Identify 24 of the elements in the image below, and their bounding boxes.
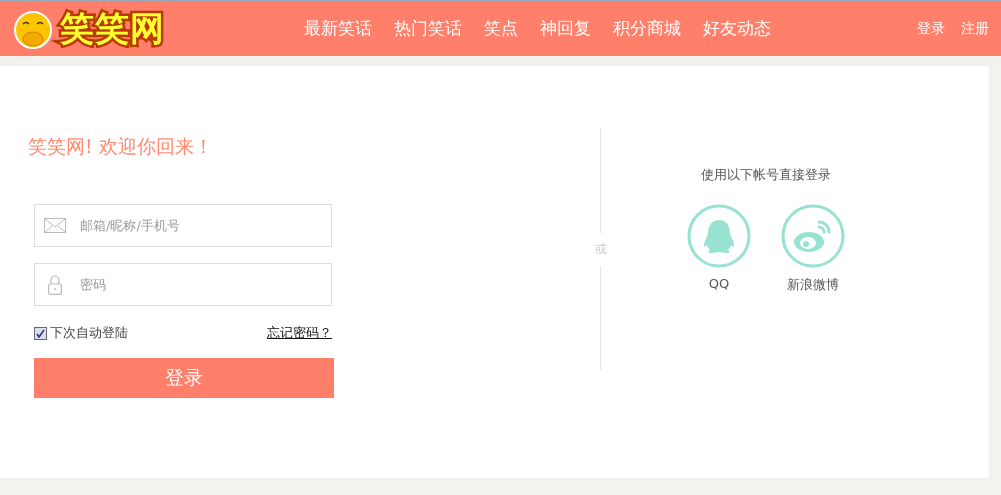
- forgot-password-link[interactable]: 忘记密码？: [267, 324, 332, 342]
- remember-checkbox[interactable]: [34, 326, 47, 340]
- checkmark-icon: [36, 328, 45, 338]
- site-logo[interactable]: 笑笑网: [60, 5, 165, 52]
- welcome-heading: 笑笑网! 欢迎你回来！: [28, 134, 214, 159]
- nav-link[interactable]: 好友动态: [703, 17, 771, 40]
- nav-link[interactable]: 神回复: [540, 17, 591, 40]
- nav-link[interactable]: 最新笑话: [304, 17, 372, 40]
- remember-label: 下次自动登陆: [50, 324, 128, 342]
- weibo-icon: [781, 204, 845, 268]
- envelope-icon: [44, 218, 66, 233]
- nav-link[interactable]: 笑点: [484, 17, 518, 40]
- penguin-icon: [687, 204, 751, 268]
- social-login-title: 使用以下帐号直接登录: [701, 166, 831, 184]
- account-link[interactable]: 登录: [917, 19, 945, 38]
- nav-link[interactable]: 热门笑话: [394, 17, 462, 40]
- padlock-icon: [48, 274, 62, 295]
- password-field[interactable]: 密码: [34, 263, 332, 306]
- login-button[interactable]: 登录: [34, 358, 334, 398]
- nav-link[interactable]: 积分商城: [613, 17, 681, 40]
- social-login-link[interactable]: QQ: [687, 204, 751, 294]
- account-link[interactable]: 注册: [961, 19, 989, 38]
- social-login-link[interactable]: 新浪微博: [781, 204, 845, 294]
- username-field[interactable]: 邮箱/昵称/手机号: [34, 204, 332, 247]
